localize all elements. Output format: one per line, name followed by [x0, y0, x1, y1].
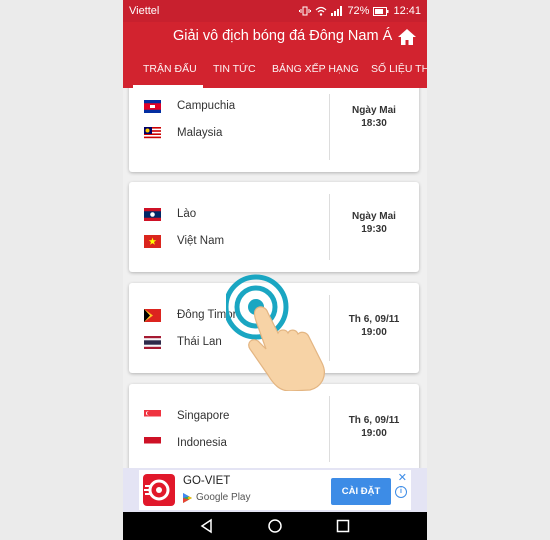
flag-thailand-icon [144, 335, 161, 349]
battery-icon [373, 6, 389, 16]
match-day: Ngày Mai [352, 211, 396, 222]
back-icon[interactable] [199, 518, 215, 534]
flag-singapore-icon [144, 409, 161, 423]
battery-percent: 72% [347, 5, 370, 17]
team-name: Indonesia [177, 437, 227, 449]
flag-indonesia-icon [144, 436, 161, 450]
page-title: Giải vô địch bóng đá Đông Nam Á [173, 28, 393, 44]
google-play-icon [183, 492, 192, 503]
match-time: 18:30 [361, 118, 387, 129]
wifi-icon [316, 6, 327, 16]
flag-malaysia-icon [144, 126, 161, 140]
team-row-home: Lào [144, 206, 196, 222]
team-row-home: Đông Timor [144, 307, 236, 323]
go-viet-logo-icon [143, 474, 175, 506]
ad-banner: GO-VIET Google Play CÀI ĐẶT ✕ i [123, 468, 427, 512]
team-name: Lào [177, 208, 197, 220]
flag-timor-leste-icon [144, 308, 161, 322]
flag-cambodia-icon [144, 99, 161, 113]
ad-store-label: Google Play [196, 492, 251, 503]
match-card[interactable]: Campuchia Malaysia Ngày Mai 18:30 [129, 88, 419, 172]
team-name: Thái Lan [177, 336, 222, 348]
ad-container[interactable]: GO-VIET Google Play CÀI ĐẶT ✕ i [139, 470, 411, 510]
ad-app-name: GO-VIET [183, 475, 231, 487]
flag-laos-icon [144, 207, 161, 221]
team-row-away: Indonesia [144, 435, 227, 451]
team-row-away: Thái Lan [144, 334, 222, 350]
match-list[interactable]: Campuchia Malaysia Ngày Mai 18:30 Lào Vi… [123, 88, 427, 468]
team-row-home: Singapore [144, 408, 229, 424]
status-bar: Viettel 72% 12:41 [123, 0, 427, 22]
team-name: Singapore [177, 410, 230, 422]
ad-close-icon[interactable]: ✕ [398, 471, 407, 484]
install-button[interactable]: CÀI ĐẶT [331, 478, 391, 505]
ad-store-row: Google Play [183, 492, 250, 503]
team-row-home: Campuchia [144, 98, 235, 114]
tab-matches[interactable]: TRẬN ĐẤU [143, 63, 197, 75]
team-name: Malaysia [177, 127, 223, 139]
match-time: 19:00 [361, 428, 387, 439]
team-name: Campuchia [177, 100, 236, 112]
vibrate-icon [299, 6, 312, 16]
match-card[interactable]: Lào Việt Nam Ngày Mai 19:30 [129, 182, 419, 272]
carrier-label: Viettel [129, 5, 160, 17]
match-day: Ngày Mai [352, 105, 396, 116]
match-card[interactable]: Singapore Indonesia Th 6, 09/11 19:00 [129, 384, 419, 468]
flag-vietnam-icon [144, 234, 161, 248]
tab-standings[interactable]: BẢNG XẾP HẠNG [272, 63, 359, 75]
tab-news[interactable]: TIN TỨC [213, 63, 256, 75]
app-bar: Giải vô địch bóng đá Đông Nam Á [123, 22, 427, 52]
navigation-bar [123, 512, 427, 540]
recents-icon[interactable] [335, 518, 351, 534]
match-day: Th 6, 09/11 [348, 415, 400, 426]
team-row-away: Việt Nam [144, 233, 224, 249]
team-name: Việt Nam [177, 235, 225, 247]
tab-statistics[interactable]: SỐ LIỆU THỐ [371, 63, 427, 75]
team-row-away: Malaysia [144, 125, 222, 141]
home-icon[interactable] [397, 27, 417, 47]
tab-bar: TRẬN ĐẤU TIN TỨC BẢNG XẾP HẠNG SỐ LIỆU T… [123, 52, 427, 88]
phone-screen: Viettel 72% 12:41 Giải vô địch bóng đá Đ… [123, 0, 427, 540]
tap-gesture-icon [226, 274, 325, 391]
match-time: 19:30 [361, 224, 387, 235]
signal-icon [331, 6, 343, 16]
clock: 12:41 [393, 5, 421, 17]
home-nav-icon[interactable] [267, 518, 283, 534]
ad-info-icon[interactable]: i [395, 486, 407, 498]
